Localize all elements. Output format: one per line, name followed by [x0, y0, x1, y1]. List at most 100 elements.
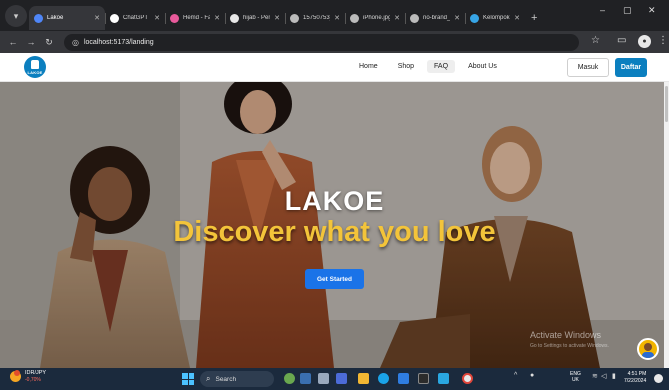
- tab-favicon-icon: [410, 13, 419, 23]
- minimize-icon[interactable]: –: [600, 5, 605, 15]
- browser-tab[interactable]: no-brand_no✕: [405, 6, 465, 30]
- activate-windows-subtitle: Go to Settings to activate Windows.: [530, 343, 609, 349]
- maximize-icon[interactable]: ▢: [623, 5, 632, 16]
- extensions-icon[interactable]: ▭: [617, 35, 626, 46]
- site-info-icon[interactable]: ◎: [72, 38, 79, 47]
- vscode-icon[interactable]: [438, 373, 449, 384]
- shopping-bag-icon: [31, 60, 39, 69]
- lakoe-logo[interactable]: LAKOE: [24, 56, 46, 78]
- browser-tab[interactable]: ChatGPT ✕: [105, 6, 165, 30]
- tab-favicon-icon: [350, 13, 359, 23]
- tab-favicon-icon: [230, 13, 239, 23]
- tab-title: Kelompok: [483, 15, 510, 21]
- url-text: localhost:5173/landing: [83, 38, 154, 46]
- browser-menu-icon[interactable]: ⋮: [658, 35, 668, 46]
- browser-tab-strip: ▾ Lakoe✕ChatGPT✕Hemd - Fash✕hijab - Pene…: [0, 0, 669, 31]
- tab-title: iPhone.jpg: [363, 15, 391, 21]
- taskbar-search[interactable]: ⌕ Search: [200, 371, 274, 387]
- tab-favicon-icon: [110, 13, 119, 23]
- weather-icon: [10, 370, 21, 383]
- url-input[interactable]: ◎ localhost:5173/landing: [64, 33, 579, 51]
- login-button[interactable]: Masuk: [567, 58, 609, 77]
- widgets-icon[interactable]: [284, 373, 295, 384]
- system-clock[interactable]: 4:51 PM 7/22/2024: [624, 371, 646, 384]
- window-close-icon[interactable]: ✕: [648, 5, 656, 16]
- address-bar: ← → ↻ ◎ localhost:5173/landing ☆ ▭ ● ⋮: [0, 31, 669, 53]
- tab-close-icon[interactable]: ✕: [274, 14, 280, 22]
- hero-subtitle: Discover what you love: [173, 216, 496, 248]
- screen: ▾ Lakoe✕ChatGPT✕Hemd - Fash✕hijab - Pene…: [0, 0, 669, 390]
- file-explorer-icon[interactable]: [358, 373, 369, 384]
- battery-icon[interactable]: ▮: [612, 372, 616, 380]
- tray-chevron-icon[interactable]: ^: [514, 372, 517, 379]
- tab-close-icon[interactable]: ✕: [214, 14, 220, 22]
- tab-close-icon[interactable]: ✕: [394, 14, 400, 22]
- tray-app-icon[interactable]: ●: [530, 372, 534, 379]
- clock-time: 4:51 PM: [627, 371, 647, 377]
- activate-windows-title: Activate Windows: [530, 330, 602, 340]
- browser-tab[interactable]: iPhone.jpg ✕: [345, 6, 405, 30]
- tab-title: hijab - Penel: [243, 15, 270, 21]
- hero-title: LAKOE: [284, 186, 385, 216]
- reload-icon[interactable]: ↻: [40, 37, 58, 48]
- new-tab-button[interactable]: +: [531, 12, 537, 24]
- tab-favicon-icon: [290, 13, 299, 23]
- logo-text: LAKOE: [27, 70, 43, 75]
- profile-avatar-icon[interactable]: ●: [638, 35, 651, 48]
- tab-close-icon[interactable]: ✕: [334, 14, 340, 22]
- tab-title: no-brand_no: [423, 15, 451, 21]
- weather-widget[interactable]: IDR/JPY -0,70%: [10, 370, 47, 383]
- meet-icon[interactable]: [336, 373, 347, 384]
- browser-tab[interactable]: hijab - Penel ✕: [225, 6, 285, 30]
- floating-chat-avatar[interactable]: [637, 338, 659, 360]
- browser-tab[interactable]: 15750753_1 ✕: [285, 6, 345, 30]
- terminal-icon[interactable]: [418, 373, 429, 384]
- tab-favicon-icon: [34, 13, 43, 23]
- nav-link-home[interactable]: Home: [352, 60, 385, 73]
- tab-title: Hemd - Fash: [183, 15, 211, 21]
- chrome-icon[interactable]: [462, 373, 473, 384]
- scrollbar-thumb[interactable]: [665, 86, 668, 122]
- tab-title: 15750753_1: [303, 15, 330, 21]
- get-started-button[interactable]: Get Started: [305, 269, 364, 289]
- clock-date: 7/22/2024: [624, 377, 647, 384]
- browser-tab[interactable]: Lakoe ✕: [29, 6, 105, 30]
- tab-favicon-icon: [470, 13, 479, 23]
- nav-link-faq[interactable]: FAQ: [427, 60, 456, 73]
- nav-link-shop[interactable]: Shop: [391, 60, 421, 73]
- windows-taskbar: IDR/JPY -0,70% ⌕ Search ^ ● ENG UK ≋ ◁ ▮…: [0, 368, 669, 390]
- taskbar-search-label: Search: [215, 375, 237, 383]
- keyboard-layout: UK: [571, 377, 579, 383]
- browser-tab[interactable]: Hemd - Fash✕: [165, 6, 225, 30]
- task-view-icon[interactable]: [300, 373, 311, 384]
- site-header: LAKOE Home Shop FAQ About Us Masuk Daftar: [0, 53, 669, 82]
- person-icon: [642, 343, 654, 358]
- chat-icon[interactable]: [318, 373, 329, 384]
- main-nav: Home Shop FAQ About Us: [352, 60, 510, 73]
- tab-search-icon[interactable]: ▾: [5, 5, 27, 27]
- tab-close-icon[interactable]: ✕: [94, 14, 100, 22]
- currency-pair: IDR/JPY: [25, 370, 47, 376]
- tab-list: Lakoe✕ChatGPT✕Hemd - Fash✕hijab - Penel✕…: [29, 6, 525, 31]
- tab-close-icon[interactable]: ✕: [514, 14, 520, 22]
- hero-section: LAKOE Discover what you love Get Started…: [0, 82, 664, 368]
- input-language[interactable]: ENG UK: [570, 371, 581, 383]
- tab-favicon-icon: [170, 13, 179, 23]
- forward-icon[interactable]: →: [22, 37, 40, 47]
- register-button[interactable]: Daftar: [615, 58, 647, 77]
- start-button-icon[interactable]: [182, 373, 194, 385]
- bookmark-star-icon[interactable]: ☆: [591, 35, 600, 46]
- store-icon[interactable]: [398, 373, 409, 384]
- wifi-icon[interactable]: ≋: [592, 372, 598, 380]
- page-scrollbar[interactable]: [664, 82, 669, 368]
- edge-icon[interactable]: [378, 373, 389, 384]
- browser-tab[interactable]: Kelompok ✕: [465, 6, 525, 30]
- tab-title: ChatGPT: [123, 15, 149, 21]
- tab-close-icon[interactable]: ✕: [154, 14, 160, 22]
- tab-close-icon[interactable]: ✕: [454, 14, 460, 22]
- volume-icon[interactable]: ◁: [601, 372, 606, 380]
- notification-icon[interactable]: [654, 374, 663, 383]
- nav-link-about-us[interactable]: About Us: [461, 60, 504, 73]
- back-icon[interactable]: ←: [4, 37, 22, 47]
- currency-change: -0,70%: [25, 376, 41, 383]
